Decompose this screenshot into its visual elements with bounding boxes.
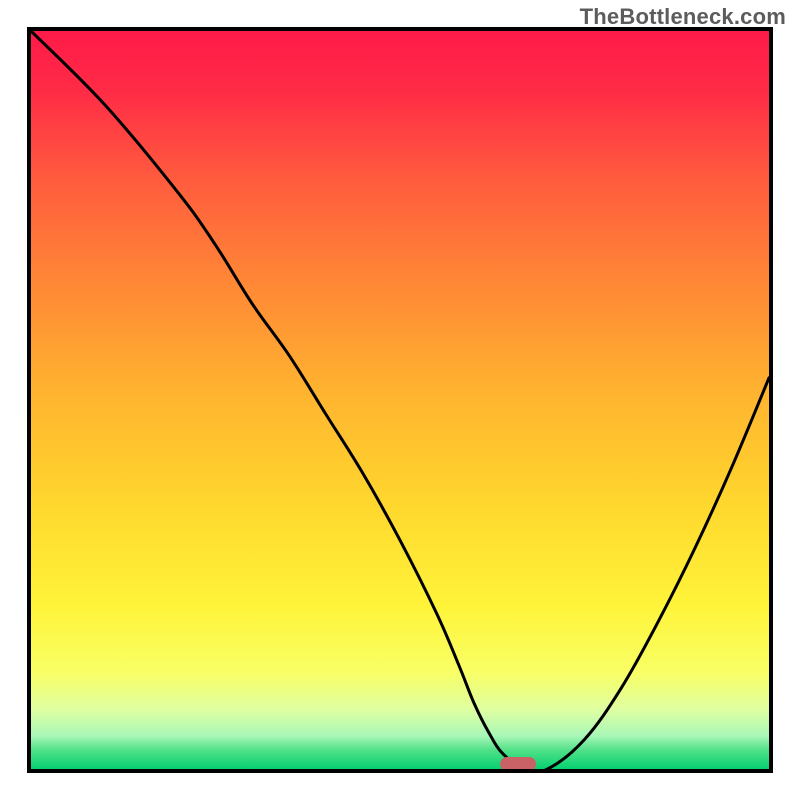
gradient-background [31, 31, 769, 769]
watermark-text: TheBottleneck.com [580, 4, 786, 30]
chart-svg [31, 31, 769, 769]
plot-area [27, 27, 773, 773]
chart-container: TheBottleneck.com [0, 0, 800, 800]
optimal-point-marker [500, 757, 536, 769]
